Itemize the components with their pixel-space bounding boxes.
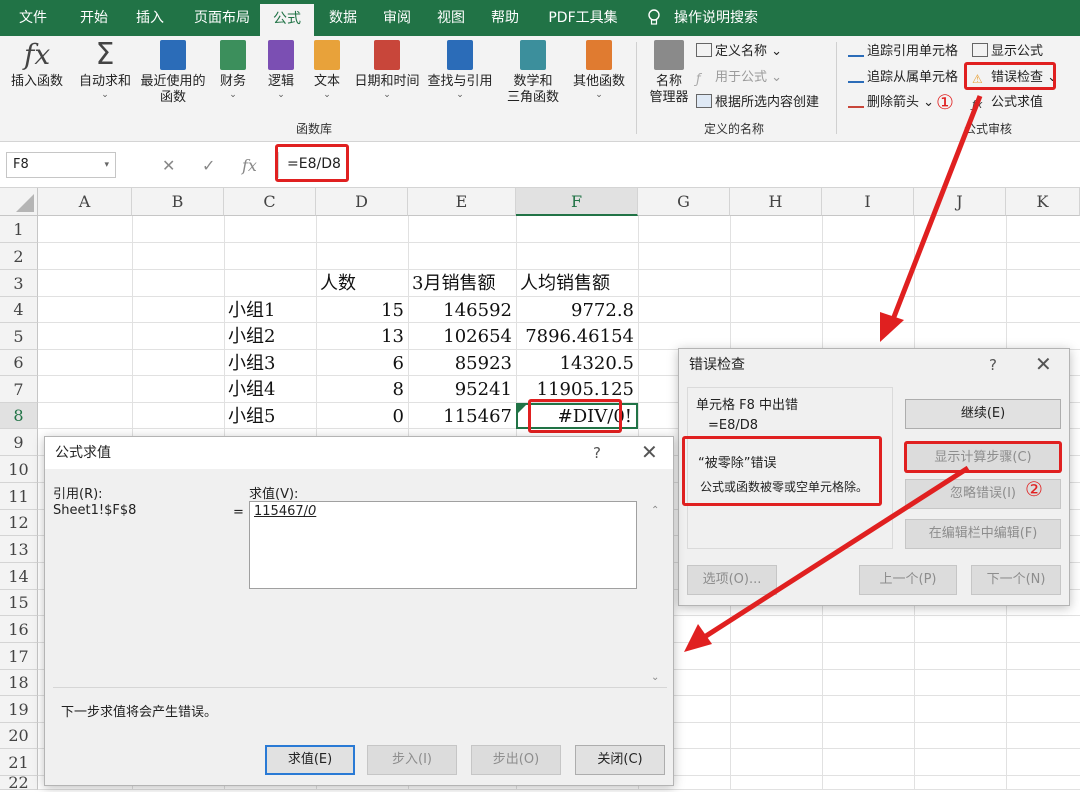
- arrow-to-error-dialog: [880, 95, 983, 342]
- annotation-arrows: [684, 95, 983, 652]
- arrow-to-evaluate-dialog: [684, 465, 970, 652]
